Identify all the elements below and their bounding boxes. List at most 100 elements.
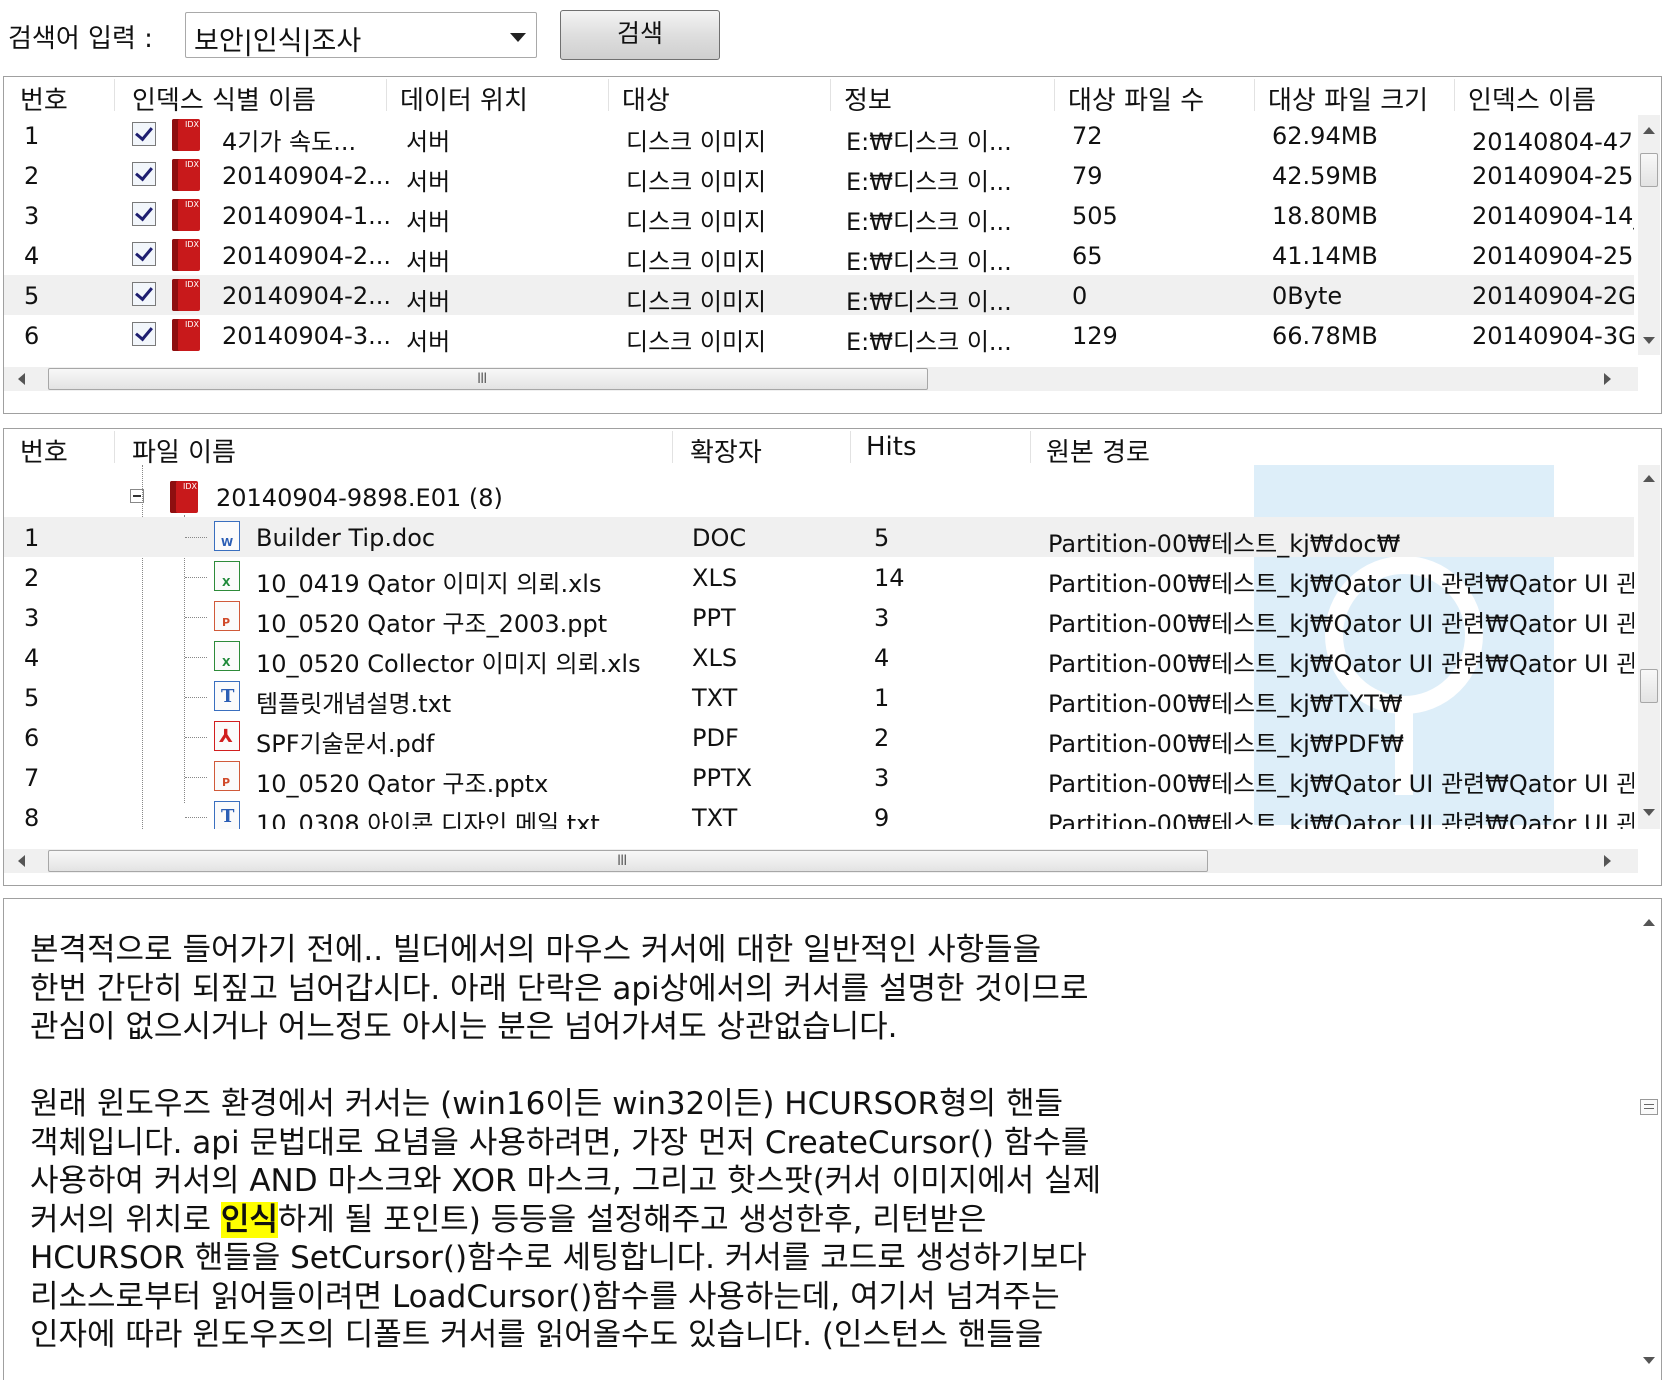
file-list-vscroll-thumb[interactable] [1640,669,1658,703]
search-button[interactable]: 검색 [560,10,720,60]
scroll-down-arrow-icon[interactable] [1643,1357,1655,1364]
file-row-extension: PPTX [692,764,753,792]
index-row-checkbox[interactable] [132,282,156,306]
index-row-file-count: 505 [1072,202,1118,230]
index-row[interactable]: 6 IDX 20140904-3... 서버 디스크 이미지 E:₩디스크 이.… [4,315,1634,355]
file-row[interactable]: 3 P 10_0520 Qator 구조_2003.ppt PPT 3 Part… [4,597,1634,638]
file-row-name: Builder Tip.doc [256,524,436,552]
col-header-target-file-size[interactable]: 대상 파일 크기 [1268,80,1428,117]
col-header-info[interactable]: 정보 [844,80,892,117]
index-row-file-size: 66.78MB [1272,322,1378,350]
index-row[interactable]: 2 IDX 20140904-2... 서버 디스크 이미지 E:₩디스크 이.… [4,155,1634,196]
index-row-checkbox[interactable] [132,202,156,226]
text-file-icon: T [214,801,240,829]
col-header-file-name[interactable]: 파일 이름 [132,432,236,469]
scroll-up-arrow-icon[interactable] [1643,127,1655,134]
index-row-number: 5 [24,282,40,310]
scroll-down-arrow-icon[interactable] [1643,337,1655,344]
search-query-value[interactable]: 보안|인식|조사 [194,19,361,58]
index-row-file-count: 129 [1072,322,1118,350]
scroll-right-arrow-icon[interactable] [1604,855,1611,867]
file-row-hits: 9 [874,804,890,829]
preview-paragraph: 본격적으로 들어가기 전에.. 빌더에서의 마우스 커서에 대한 일반적인 사항… [30,932,1089,1045]
index-row-checkbox[interactable] [132,122,156,146]
index-row-file-size: 62.94MB [1272,122,1378,150]
index-row-checkbox[interactable] [132,162,156,186]
file-list-vscrollbar[interactable] [1638,465,1660,829]
col-header-original-path[interactable]: 원본 경로 [1046,432,1150,469]
file-row-hits: 2 [874,724,890,752]
preview-vscrollbar[interactable] [1638,899,1660,1379]
index-row-info: E:₩디스크 이... [846,248,1012,276]
index-row-index-name: 20140904-256 [1472,242,1634,270]
index-row-file-count: 72 [1072,122,1103,150]
index-row-checkbox[interactable] [132,322,156,346]
file-list-hscrollbar[interactable]: III [4,849,1638,873]
tree-group-node[interactable]: IDX 20140904-9898.E01 (8) [4,477,1634,517]
search-query-combobox[interactable]: 보안|인식|조사 [185,12,537,58]
col-header-target-file-count[interactable]: 대상 파일 수 [1068,80,1204,117]
index-row[interactable]: 4 IDX 20140904-2... 서버 디스크 이미지 E:₩디스크 이.… [4,235,1634,276]
file-row-extension: PDF [692,724,739,752]
index-row-file-count: 65 [1072,242,1103,270]
index-row-number: 2 [24,162,40,190]
index-list-panel: 번호 인덱스 식별 이름 데이터 위치 대상 정보 대상 파일 수 대상 파일 … [3,76,1662,414]
document-preview-text[interactable]: 본격적으로 들어가기 전에.. 빌더에서의 마우스 커서에 대한 일반적인 사항… [30,931,1101,1355]
file-row[interactable]: 4 X 10_0520 Collector 이미지 의뢰.xls XLS 4 P… [4,637,1634,678]
scroll-left-arrow-icon[interactable] [18,373,25,385]
index-list-vscroll-thumb[interactable] [1640,153,1658,187]
search-label: 검색어 입력 : [8,24,153,54]
file-list-panel: 번호 파일 이름 확장자 Hits 원본 경로 IDX 20140904-989… [3,428,1662,886]
file-row-extension: PPT [692,604,736,632]
file-row[interactable]: 5 T 템플릿개념설명.txt TXT 1 Partition-00₩테스트_k… [4,677,1634,718]
index-row-name: 20140904-2... [222,162,391,190]
file-row-path: Partition-00₩테스트_kj₩Qator UI 관련₩Qator UI… [1048,570,1634,598]
index-row[interactable]: 1 IDX 4기가 속도... 서버 디스크 이미지 E:₩디스크 이... 7… [4,115,1634,156]
col-header-extension[interactable]: 확장자 [690,432,762,469]
file-list-header: 번호 파일 이름 확장자 Hits 원본 경로 [4,429,1640,468]
col-header-data-location[interactable]: 데이터 위치 [400,80,528,117]
file-row-path: Partition-00₩테스트_kj₩Qator UI 관련₩Qator UI… [1048,770,1634,798]
index-row-info: E:₩디스크 이... [846,168,1012,196]
col-header-index-id-name[interactable]: 인덱스 식별 이름 [132,80,316,117]
search-hit-highlight: 인식 [220,1201,278,1238]
index-book-icon: IDX [172,199,200,231]
scroll-left-arrow-icon[interactable] [18,855,25,867]
scroll-grip-icon: III [617,853,627,869]
scroll-right-arrow-icon[interactable] [1604,373,1611,385]
index-row-target: 디스크 이미지 [626,128,767,156]
file-row[interactable]: 7 P 10_0520 Qator 구조.pptx PPTX 3 Partiti… [4,757,1634,798]
index-list-hscrollbar[interactable]: III [4,367,1638,391]
file-row-extension: TXT [692,804,738,829]
file-row-number: 8 [24,804,40,829]
index-list-hscroll-thumb[interactable]: III [48,368,928,390]
file-row[interactable]: 1 W Builder Tip.doc DOC 5 Partition-00₩테… [4,517,1634,558]
file-row[interactable]: 2 X 10_0419 Qator 이미지 의뢰.xls XLS 14 Part… [4,557,1634,598]
col-header-index-name[interactable]: 인덱스 이름 [1468,80,1596,117]
scroll-up-arrow-icon[interactable] [1643,475,1655,482]
index-row-file-size: 18.80MB [1272,202,1378,230]
file-list-hscroll-thumb[interactable]: III [48,850,1208,872]
index-row-number: 1 [24,122,40,150]
index-list-body: 1 IDX 4기가 속도... 서버 디스크 이미지 E:₩디스크 이... 7… [4,115,1634,355]
index-row-number: 3 [24,202,40,230]
col-header-target[interactable]: 대상 [622,80,670,117]
col-header-number[interactable]: 번호 [20,80,68,117]
file-row[interactable]: 8 T 10_0308 아이콘 디자인 메일.txt TXT 9 Partiti… [4,797,1634,829]
file-row[interactable]: 6 ⅄ SPF기술문서.pdf PDF 2 Partition-00₩테스트_k… [4,717,1634,758]
col-header-number[interactable]: 번호 [20,432,68,469]
word-doc-icon: W [214,521,240,551]
index-book-icon: IDX [172,279,200,311]
col-header-hits[interactable]: Hits [866,432,917,462]
index-list-vscrollbar[interactable] [1638,115,1660,355]
index-row[interactable]: 5 IDX 20140904-2... 서버 디스크 이미지 E:₩디스크 이.… [4,275,1634,316]
index-row-checkbox[interactable] [132,242,156,266]
dropdown-arrow-icon[interactable] [510,33,526,42]
index-row[interactable]: 3 IDX 20140904-1... 서버 디스크 이미지 E:₩디스크 이.… [4,195,1634,236]
file-row-extension: XLS [692,564,738,592]
scroll-down-arrow-icon[interactable] [1643,809,1655,816]
file-row-number: 4 [24,644,40,672]
file-row-path: Partition-00₩테스트_kj₩Qator UI 관련₩Qator UI… [1048,650,1634,678]
index-row-target: 디스크 이미지 [626,248,767,276]
scroll-up-arrow-icon[interactable] [1643,919,1655,926]
